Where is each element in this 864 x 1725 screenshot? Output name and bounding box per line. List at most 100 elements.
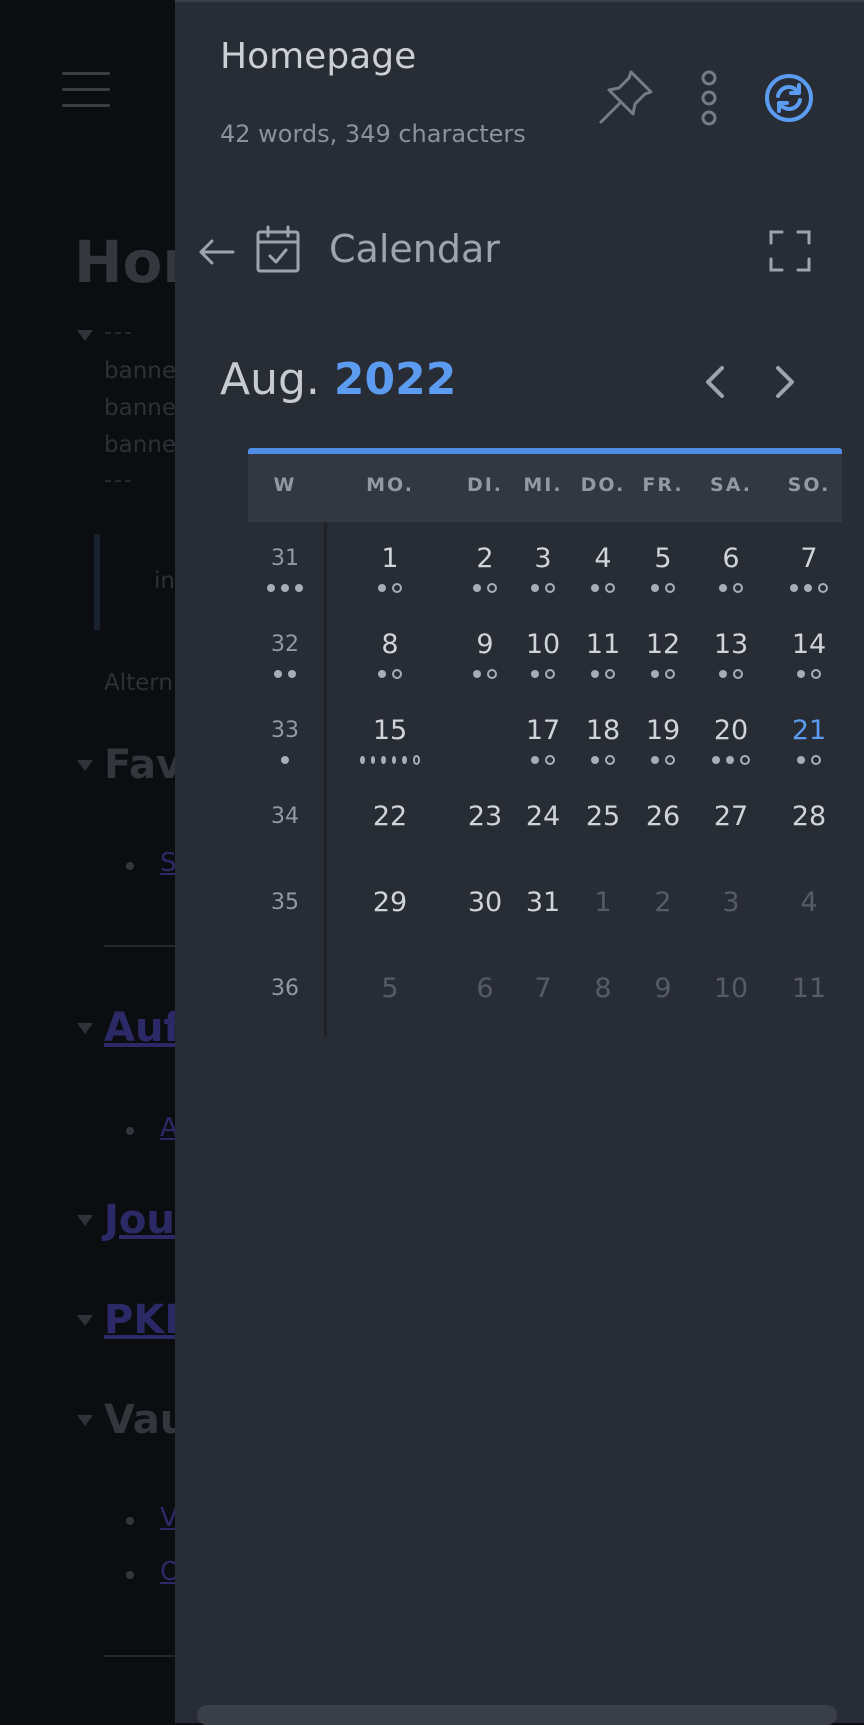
day-cell[interactable]: 9 — [455, 628, 515, 680]
collapse-arrow-icon[interactable] — [77, 1215, 93, 1226]
more-vertical-icon[interactable] — [691, 68, 727, 128]
day-cell[interactable]: 22 — [360, 800, 420, 852]
day-cell[interactable]: 30 — [455, 886, 515, 938]
week-number-cell[interactable]: 34 — [255, 800, 315, 852]
collapse-arrow-icon[interactable] — [77, 330, 93, 341]
task-dot — [605, 669, 615, 679]
horizontal-scrollbar[interactable] — [197, 1705, 837, 1725]
day-cell[interactable]: 11 — [573, 628, 633, 680]
note-dots — [455, 1012, 515, 1024]
year-label[interactable]: 2022 — [334, 354, 456, 405]
day-cell[interactable]: 6 — [701, 542, 761, 594]
day-cell[interactable]: 9 — [633, 972, 693, 1024]
note-dots — [573, 582, 633, 594]
day-number: 20 — [713, 715, 749, 746]
note-dot — [473, 584, 481, 592]
callout-text: in — [154, 568, 175, 594]
day-cell[interactable]: 7 — [513, 972, 573, 1024]
day-cell[interactable]: 6 — [455, 972, 515, 1024]
pin-icon[interactable] — [593, 64, 659, 130]
day-cell[interactable]: 2 — [455, 542, 515, 594]
menu-icon[interactable] — [62, 72, 110, 108]
day-cell[interactable]: 29 — [360, 886, 420, 938]
day-cell[interactable]: 4 — [779, 886, 839, 938]
day-cell[interactable]: 28 — [779, 800, 839, 852]
week-number-cell[interactable]: 36 — [255, 972, 315, 1024]
day-cell[interactable]: 7 — [779, 542, 839, 594]
day-cell[interactable]: 5 — [633, 542, 693, 594]
note-dot — [797, 756, 805, 764]
day-cell[interactable]: 5 — [360, 972, 420, 1024]
weekday-header: MI. — [523, 474, 563, 496]
week-number-cell[interactable]: 32 — [255, 628, 315, 680]
day-number: 17 — [525, 715, 561, 746]
day-number: 30 — [467, 887, 503, 918]
task-dot — [811, 755, 821, 765]
day-cell[interactable]: 12 — [633, 628, 693, 680]
note-dot — [391, 756, 397, 764]
day-cell[interactable]: 1 — [360, 542, 420, 594]
day-cell[interactable]: 20 — [701, 714, 761, 766]
collapse-arrow-icon[interactable] — [77, 1023, 93, 1034]
collapse-arrow-icon[interactable] — [77, 760, 93, 771]
weekday-header: FR. — [642, 474, 684, 496]
note-link[interactable]: O — [160, 1557, 175, 1587]
back-arrow-icon[interactable] — [197, 232, 237, 272]
day-cell[interactable]: 8 — [573, 972, 633, 1024]
day-cell[interactable]: 13 — [701, 628, 761, 680]
day-cell[interactable]: 18 — [573, 714, 633, 766]
section-heading: Fav — [104, 742, 175, 788]
day-cell[interactable]: 27 — [701, 800, 761, 852]
day-cell[interactable]: 2 — [633, 886, 693, 938]
note-link[interactable]: V — [160, 1503, 175, 1533]
day-cell[interactable]: 19 — [633, 714, 693, 766]
note-dot — [295, 584, 303, 592]
day-cell[interactable]: 10 — [513, 628, 573, 680]
day-cell[interactable]: 1 — [573, 886, 633, 938]
week-number-cell[interactable]: 31 — [255, 542, 315, 594]
collapse-arrow-icon[interactable] — [77, 1415, 93, 1426]
day-cell[interactable]: 25 — [573, 800, 633, 852]
day-cell[interactable] — [455, 714, 515, 766]
bullet — [126, 1127, 134, 1135]
day-cell[interactable]: 26 — [633, 800, 693, 852]
note-dots — [701, 754, 761, 766]
day-cell-today[interactable]: 21 — [779, 714, 839, 766]
day-cell[interactable]: 24 — [513, 800, 573, 852]
note-dots — [701, 840, 761, 852]
day-cell[interactable]: 15 — [360, 714, 420, 766]
section-heading-link[interactable]: Auf — [104, 1005, 175, 1051]
section-heading-link[interactable]: PKM — [104, 1297, 175, 1343]
day-cell[interactable]: 3 — [701, 886, 761, 938]
note-link[interactable]: A — [160, 1113, 175, 1143]
day-cell[interactable]: 11 — [779, 972, 839, 1024]
note-dots — [633, 926, 693, 938]
week-number-cell[interactable]: 35 — [255, 886, 315, 938]
note-dots — [701, 668, 761, 680]
collapse-arrow-icon[interactable] — [77, 1315, 93, 1326]
day-cell[interactable]: 8 — [360, 628, 420, 680]
day-cell[interactable]: 3 — [513, 542, 573, 594]
note-dot — [790, 584, 798, 592]
day-cell[interactable]: 17 — [513, 714, 573, 766]
day-cell[interactable]: 10 — [701, 972, 761, 1024]
note-link[interactable]: S — [160, 848, 175, 878]
day-cell[interactable]: 31 — [513, 886, 573, 938]
section-heading-link[interactable]: Jou — [104, 1197, 175, 1243]
day-cell[interactable]: 14 — [779, 628, 839, 680]
note-dots — [633, 840, 693, 852]
note-dots — [455, 926, 515, 938]
note-dot — [651, 670, 659, 678]
chevron-right-icon[interactable] — [765, 360, 805, 404]
sync-icon[interactable] — [759, 68, 819, 128]
callout-bar — [94, 534, 100, 630]
day-number: 1 — [381, 543, 399, 574]
chevron-left-icon[interactable] — [695, 360, 735, 404]
day-cell[interactable]: 23 — [455, 800, 515, 852]
day-cell[interactable]: 4 — [573, 542, 633, 594]
calendar-header-row: W MO. DI. MI. DO. FR. SA. SO. — [248, 454, 842, 522]
note-dot — [531, 584, 539, 592]
week-number-cell[interactable]: 33 — [255, 714, 315, 766]
note-dots — [455, 840, 515, 852]
expand-icon[interactable] — [767, 228, 813, 274]
